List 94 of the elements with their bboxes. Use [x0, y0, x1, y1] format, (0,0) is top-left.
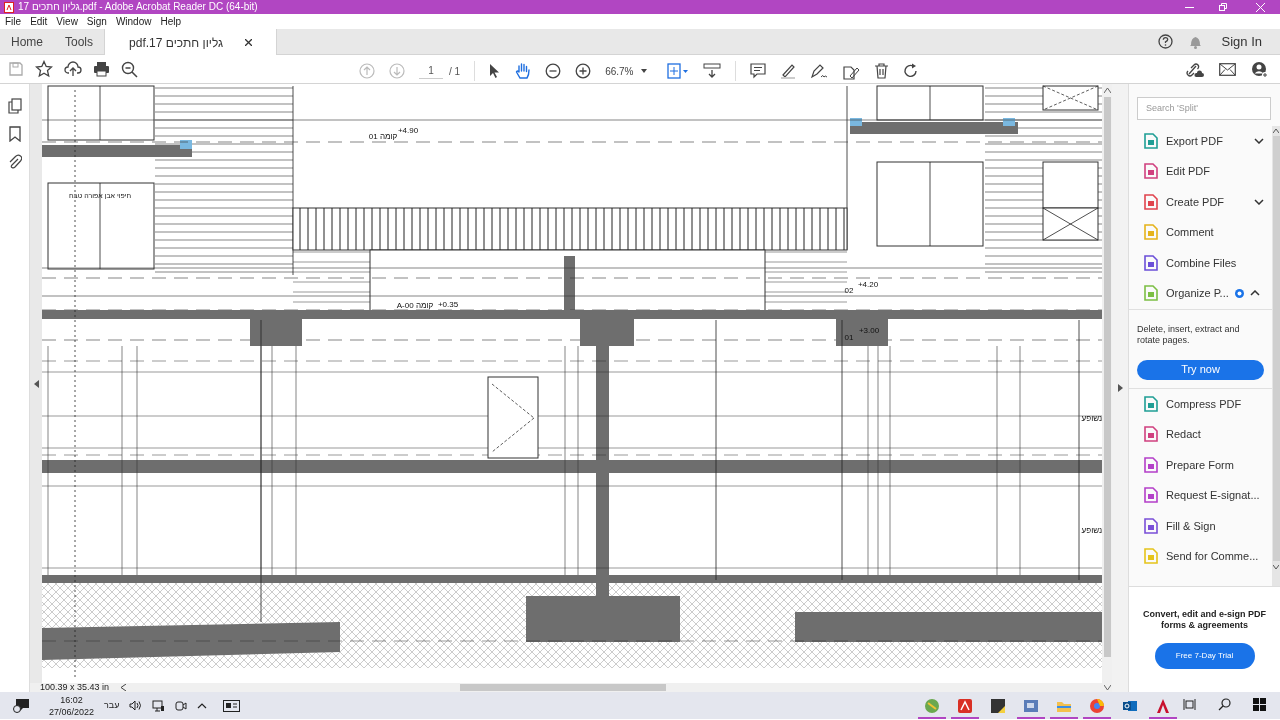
- print-icon[interactable]: [93, 61, 110, 77]
- tool-item[interactable]: Create PDF: [1129, 186, 1272, 217]
- close-icon: [1255, 2, 1265, 12]
- news-widget-icon[interactable]: [223, 699, 241, 712]
- scroll-down-icon[interactable]: [1104, 685, 1111, 690]
- cloud-upload-icon[interactable]: [64, 61, 82, 77]
- drawing-label: +4.90: [397, 126, 419, 135]
- tab[interactable]: Home: [0, 29, 54, 54]
- hand-icon[interactable]: [515, 62, 532, 80]
- drawing-label: נשופע: [1081, 526, 1102, 535]
- promo-text: Convert, edit and e-sign PDF forms & agreements: [1142, 608, 1267, 631]
- comment-icon[interactable]: [750, 63, 767, 79]
- vertical-scrollbar[interactable]: [1102, 84, 1112, 683]
- collapse-right-icon[interactable]: [1117, 384, 1123, 392]
- help-icon[interactable]: [1157, 34, 1173, 49]
- menu-item[interactable]: Window: [115, 14, 152, 29]
- minimize-icon: [1184, 6, 1194, 8]
- tab[interactable]: Tools: [54, 29, 105, 54]
- tab-close-icon[interactable]: [245, 39, 253, 46]
- clock-time: 16:02: [60, 693, 83, 706]
- language-indicator[interactable]: עבר: [104, 698, 120, 713]
- tool-item[interactable]: Redact: [1129, 419, 1272, 450]
- scroll-left-icon[interactable]: [121, 684, 126, 691]
- mail-icon[interactable]: [1219, 63, 1236, 76]
- drawing-label: קומה 00-A: [396, 301, 434, 310]
- tool-item[interactable]: Compress PDF: [1129, 388, 1272, 419]
- star-icon[interactable]: [35, 60, 53, 78]
- scroll-mode-icon[interactable]: [703, 63, 722, 79]
- page-number-field[interactable]: 1: [419, 63, 443, 79]
- link-cloud-icon[interactable]: [1186, 61, 1204, 78]
- tool-item[interactable]: Export PDF: [1129, 125, 1272, 156]
- paperclip-icon[interactable]: [7, 154, 22, 170]
- tool-item[interactable]: Comment: [1129, 217, 1272, 248]
- search-field[interactable]: Search 'Split': [1137, 96, 1271, 120]
- highlighter-pen-icon[interactable]: [780, 63, 797, 79]
- menu-item[interactable]: Edit: [30, 14, 48, 29]
- restore-icon: [1219, 3, 1227, 11]
- notification-icon[interactable]: [13, 697, 31, 714]
- window-title: גליון חתכים 17.pdf - Adobe Acrobat Reader DC (64-bit): [18, 2, 259, 12]
- drawing-label: קומה 01: [368, 132, 398, 141]
- tool-item[interactable]: Fill & Sign: [1129, 510, 1272, 541]
- try-now-button[interactable]: Try now: [1137, 359, 1264, 380]
- collapse-left-icon[interactable]: [33, 379, 39, 388]
- rotate-icon[interactable]: [903, 63, 920, 79]
- camera-icon[interactable]: [175, 699, 188, 712]
- tool-item[interactable]: Combine Files: [1129, 247, 1272, 278]
- trash-icon[interactable]: [874, 63, 890, 79]
- network-icon[interactable]: [152, 699, 166, 712]
- sign-in-button[interactable]: Sign In: [1217, 31, 1266, 52]
- zoom-out-icon[interactable]: [545, 63, 562, 79]
- task-view-icon[interactable]: [1183, 698, 1196, 711]
- menu-item[interactable]: File: [5, 14, 22, 29]
- collapse-chevron-icon[interactable]: [1249, 290, 1260, 297]
- signature-pen-icon[interactable]: [810, 63, 829, 79]
- menu-item[interactable]: Help: [160, 14, 182, 29]
- page-total: / 1: [449, 64, 461, 79]
- tab[interactable]: גליון חתכים 17.pdf: [104, 29, 278, 56]
- drawing-label: +0.35: [437, 300, 459, 309]
- scroll-down-icon[interactable]: [1273, 564, 1279, 569]
- page-size-label: 100.39 x 35.43 in: [38, 680, 110, 694]
- caret-icon: [641, 69, 648, 73]
- pages-icon[interactable]: [7, 98, 22, 114]
- add-user-icon[interactable]: [1251, 61, 1268, 78]
- free-trial-button[interactable]: Free 7-Day Trial: [1154, 642, 1255, 669]
- tool-item[interactable]: Organize P...: [1129, 278, 1272, 309]
- windows-start-icon[interactable]: [1253, 698, 1266, 711]
- tools-scrollbar[interactable]: [1272, 125, 1280, 586]
- drawing-label: +4.20: [857, 280, 879, 289]
- zoom-dropdown[interactable]: 66.7%: [605, 63, 654, 79]
- menu-item[interactable]: Sign: [86, 14, 107, 29]
- speaker-icon[interactable]: [129, 700, 143, 711]
- expand-chevron-icon[interactable]: [1254, 198, 1264, 205]
- drawing-label: 02: [844, 286, 854, 295]
- tool-description: Delete, insert, extract and rotate pages.: [1137, 323, 1241, 346]
- bookmark-icon[interactable]: [8, 126, 21, 142]
- tool-item[interactable]: Prepare Form: [1129, 449, 1272, 480]
- pointer-icon[interactable]: [489, 63, 502, 79]
- chevron-up-icon[interactable]: [197, 702, 208, 709]
- horizontal-scrollbar-thumb[interactable]: [460, 684, 666, 691]
- drawing-label: +3.00: [858, 326, 880, 335]
- search-icon[interactable]: [1218, 698, 1231, 711]
- fit-page-icon[interactable]: [667, 63, 690, 79]
- zoom-in-icon[interactable]: [575, 63, 592, 79]
- scroll-up-icon[interactable]: [1103, 88, 1111, 93]
- scroll-up-icon[interactable]: [1273, 128, 1279, 133]
- tool-item[interactable]: Request E-signat...: [1129, 480, 1272, 511]
- tool-item[interactable]: Edit PDF: [1129, 156, 1272, 187]
- menu-item[interactable]: View: [56, 14, 78, 29]
- drawing-label: 01: [844, 333, 854, 342]
- expand-chevron-icon[interactable]: [1254, 137, 1264, 144]
- clock-date: 27/06/2022: [49, 705, 95, 718]
- zoom-out-search-icon[interactable]: [121, 60, 138, 78]
- drawing-label: נשופע: [1081, 414, 1102, 423]
- tool-item[interactable]: Send for Comme...: [1129, 541, 1272, 572]
